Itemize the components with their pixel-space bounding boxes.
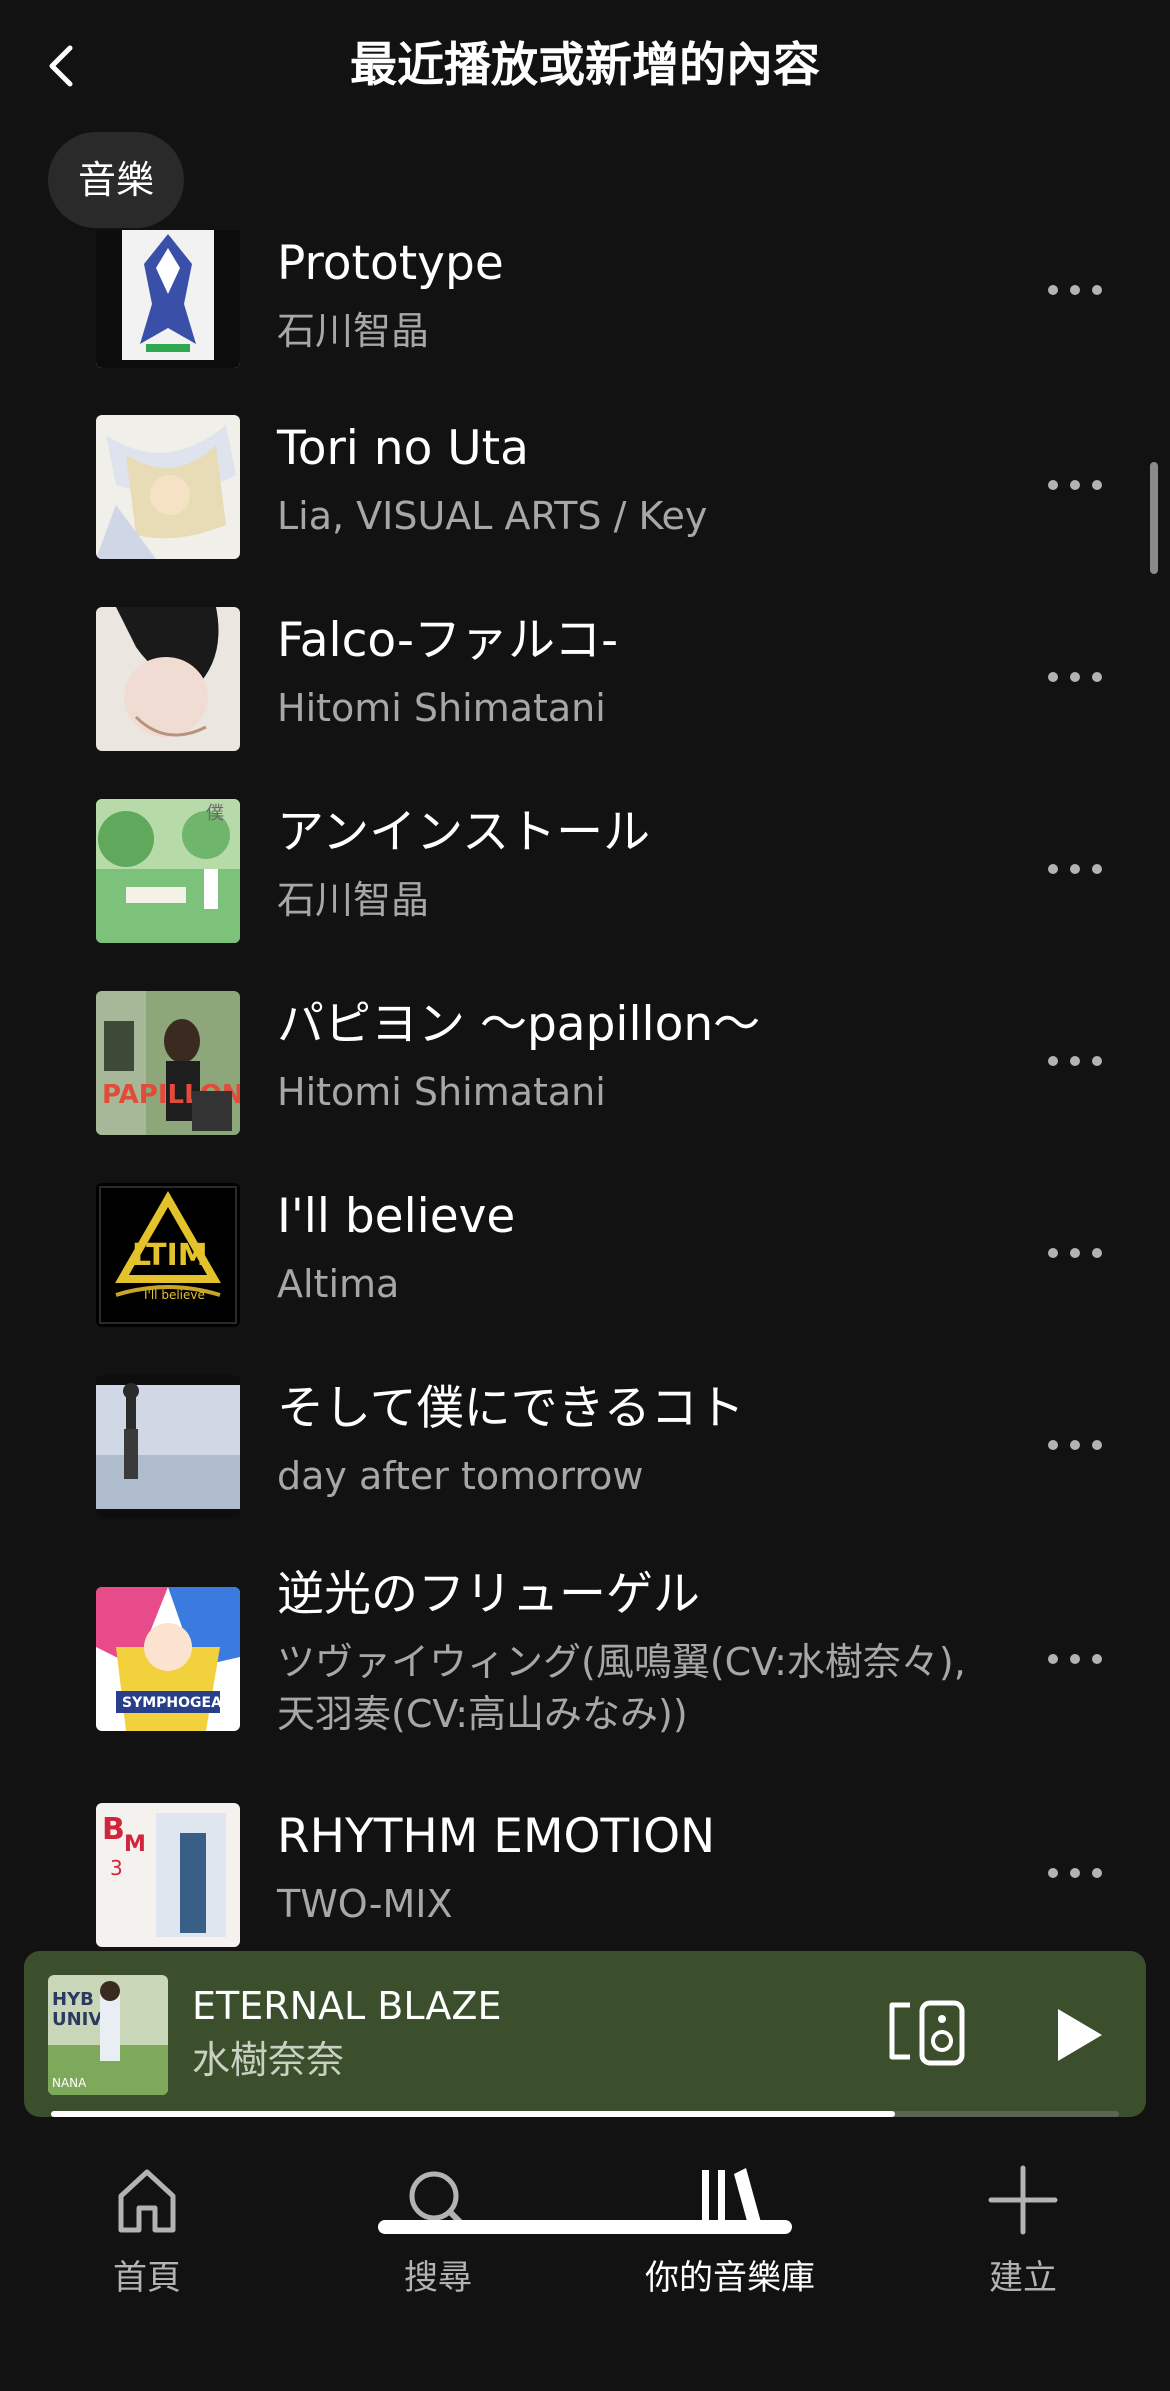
more-dots-icon <box>1048 1248 1058 1258</box>
list-item[interactable]: そして僕にできるコト day after tomorrow <box>0 1375 1170 1525</box>
track-title: I'll believe <box>277 1189 516 1244</box>
more-dots-icon <box>1048 672 1058 682</box>
album-art <box>96 607 240 751</box>
tab-label: 建立 <box>989 2258 1057 2298</box>
album-art: BM3 <box>96 1803 240 1947</box>
track-title: RHYTHM EMOTION <box>277 1809 716 1864</box>
track-artist: 石川智晶 <box>277 878 430 922</box>
track-title: 逆光のフリューゲル <box>277 1567 700 1622</box>
list-item[interactable]: Tori no Uta Lia, VISUAL ARTS / Key <box>0 415 1170 565</box>
more-dots-icon <box>1048 864 1058 874</box>
play-icon <box>1058 2009 1102 2061</box>
list-item[interactable]: LTIM I'll believe I'll believe Altima <box>0 1183 1170 1333</box>
album-art <box>96 230 240 368</box>
home-indicator[interactable] <box>378 2220 792 2234</box>
more-options-button[interactable] <box>1040 1853 1110 1893</box>
track-artist: day after tomorrow <box>277 1454 644 1498</box>
track-artist: Altima <box>277 1262 400 1306</box>
svg-text:I'll believe: I'll believe <box>144 1288 205 1302</box>
album-art <box>96 1375 240 1519</box>
more-dots-icon <box>1048 480 1058 490</box>
connect-device-button[interactable] <box>886 1997 970 2069</box>
track-title: Falco-ファルコ- <box>277 613 619 668</box>
svg-text:B: B <box>102 1812 125 1847</box>
now-playing-album-art: HYB UNIV NANA <box>48 1975 168 2095</box>
page-title: 最近播放或新增的內容 <box>350 38 820 93</box>
tab-search[interactable]: 搜尋 <box>318 2160 558 2310</box>
tab-label: 搜尋 <box>404 2258 472 2298</box>
track-artist: 石川智晶 <box>277 309 430 353</box>
svg-text:M: M <box>124 1832 146 1857</box>
play-button[interactable] <box>1040 1999 1112 2071</box>
track-artist: Hitomi Shimatani <box>277 686 606 730</box>
more-dots-icon <box>1048 1654 1058 1664</box>
track-title: アンインストール <box>277 805 651 860</box>
now-playing-title: ETERNAL BLAZE <box>192 1984 502 2028</box>
more-options-button[interactable] <box>1040 465 1110 505</box>
more-options-button[interactable] <box>1040 849 1110 889</box>
tab-home[interactable]: 首頁 <box>27 2160 267 2310</box>
track-artist: ツヴァイウィング(風鳴翼(CV:水樹奈々), <box>277 1640 966 1684</box>
tab-create[interactable]: 建立 <box>903 2160 1143 2310</box>
more-dots-icon <box>1048 1056 1058 1066</box>
home-icon <box>118 2169 176 2233</box>
svg-text:LTIM: LTIM <box>132 1238 208 1273</box>
track-list: Prototype 石川智晶 Tori no Uta Lia, VISUAL A… <box>0 230 1170 1950</box>
devices-icon <box>889 2000 965 2066</box>
track-artist-line2: 天羽奏(CV:高山みなみ)) <box>277 1692 688 1736</box>
playback-progress-bar[interactable] <box>51 2111 1119 2117</box>
more-dots-icon <box>1048 1440 1058 1450</box>
tab-label: 你的音樂庫 <box>645 2258 815 2298</box>
list-item[interactable]: PAPILLON パピヨン 〜papillon〜 Hitomi Shimatan… <box>0 991 1170 1141</box>
track-title: そして僕にできるコト <box>277 1381 745 1436</box>
album-art: PAPILLON <box>96 991 240 1135</box>
list-item[interactable]: SYMPHOGEAR 逆光のフリューゲル ツヴァイウィング(風鳴翼(CV:水樹奈… <box>0 1565 1170 1765</box>
more-options-button[interactable] <box>1040 1425 1110 1465</box>
header: 最近播放或新增的內容 <box>0 0 1170 135</box>
svg-text:NANA: NANA <box>52 2076 87 2090</box>
svg-text:僕: 僕 <box>206 803 224 824</box>
filter-chip-music[interactable]: 音樂 <box>48 132 185 228</box>
plus-icon <box>988 2165 1058 2235</box>
track-title: パピヨン 〜papillon〜 <box>277 997 761 1052</box>
now-playing-artist: 水樹奈奈 <box>192 2038 345 2082</box>
album-art: SYMPHOGEAR <box>96 1587 240 1731</box>
track-title: Tori no Uta <box>277 421 529 476</box>
track-artist: TWO-MIX <box>277 1882 453 1926</box>
list-item[interactable]: Falco-ファルコ- Hitomi Shimatani <box>0 607 1170 757</box>
svg-text:SYMPHOGEAR: SYMPHOGEAR <box>122 1695 233 1711</box>
list-item[interactable]: 僕 アンインストール 石川智晶 <box>0 799 1170 949</box>
bottom-tab-bar: 首頁 搜尋 你的音樂庫 建立 <box>0 2140 1170 2391</box>
album-art: LTIM I'll believe <box>96 1183 240 1327</box>
list-item[interactable]: Prototype 石川智晶 <box>0 230 1170 370</box>
more-options-button[interactable] <box>1040 657 1110 697</box>
now-playing-bar[interactable]: HYB UNIV NANA ETERNAL BLAZE 水樹奈奈 <box>24 1951 1146 2117</box>
playback-progress-fill <box>51 2111 895 2117</box>
tab-library[interactable]: 你的音樂庫 <box>610 2160 850 2310</box>
svg-text:HYB: HYB <box>52 1989 94 2010</box>
track-artist: Lia, VISUAL ARTS / Key <box>277 494 708 538</box>
more-options-button[interactable] <box>1040 1233 1110 1273</box>
list-item[interactable]: BM3 RHYTHM EMOTION TWO-MIX <box>0 1803 1170 1950</box>
album-art <box>96 415 240 559</box>
more-dots-icon <box>1048 285 1058 295</box>
track-artist: Hitomi Shimatani <box>277 1070 606 1114</box>
more-options-button[interactable] <box>1040 1639 1110 1679</box>
tab-label: 首頁 <box>113 2258 181 2298</box>
more-options-button[interactable] <box>1040 270 1110 310</box>
more-dots-icon <box>1048 1868 1058 1878</box>
scrollbar[interactable] <box>1150 462 1158 574</box>
svg-text:UNIV: UNIV <box>52 2009 102 2030</box>
more-options-button[interactable] <box>1040 1041 1110 1081</box>
track-title: Prototype <box>277 236 504 291</box>
svg-text:3: 3 <box>110 1856 123 1880</box>
album-art: 僕 <box>96 799 240 943</box>
